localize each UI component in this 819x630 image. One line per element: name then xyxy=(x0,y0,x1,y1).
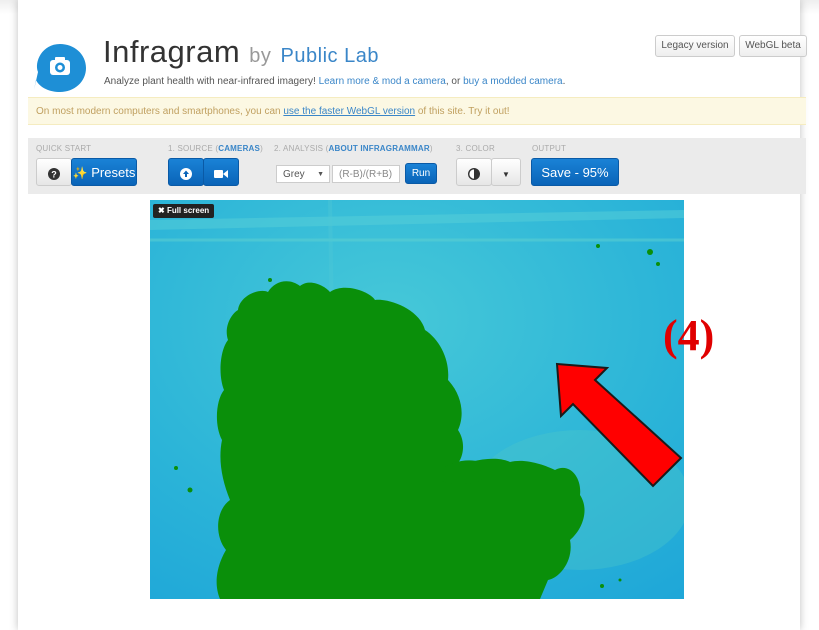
svg-text:?: ? xyxy=(51,169,57,179)
source-label: 1. SOURCE (CAMERAS) xyxy=(168,144,263,153)
annotation-arrow-icon xyxy=(555,362,683,488)
output-label: OUTPUT xyxy=(532,144,567,153)
webgl-alert: On most modern computers and smartphones… xyxy=(28,97,806,125)
color-dropdown-button[interactable]: ▼ xyxy=(491,158,521,186)
quick-start-label: QUICK START xyxy=(36,144,92,153)
magic-wand-icon: ✨ xyxy=(72,166,88,180)
contrast-icon xyxy=(467,167,481,180)
source-label-close: ) xyxy=(260,144,263,153)
color-label: 3. COLOR xyxy=(456,144,495,153)
alert-text: On most modern computers and smartphones… xyxy=(36,106,281,117)
video-camera-icon xyxy=(214,169,228,178)
upload-button[interactable] xyxy=(168,158,204,186)
brand-org-link[interactable]: Public Lab xyxy=(281,45,379,67)
learn-more-link[interactable]: Learn more & mod a camera xyxy=(319,76,446,87)
alert-suffix: of this site. Try it out! xyxy=(417,106,510,117)
run-button[interactable]: Run xyxy=(405,163,437,184)
upload-icon xyxy=(180,167,192,180)
caret-down-icon: ▼ xyxy=(502,170,510,179)
tagline-text: Analyze plant health with near-infrared … xyxy=(104,76,316,87)
analysis-label: 2. ANALYSIS (ABOUT INFRAGRAMMAR) xyxy=(274,144,433,153)
webgl-link[interactable]: use the faster WebGL version xyxy=(283,106,415,117)
infragram-logo xyxy=(34,44,86,92)
camera-button[interactable] xyxy=(203,158,239,186)
brand-name: Infragram xyxy=(103,34,241,69)
mode-select[interactable]: Grey ▼ xyxy=(276,165,330,183)
save-button[interactable]: Save - 95% xyxy=(531,158,619,186)
analysis-label-close: ) xyxy=(429,144,433,153)
presets-label: Presets xyxy=(91,165,136,180)
analysis-label-text: 2. ANALYSIS ( xyxy=(274,144,329,153)
tagline-end: . xyxy=(562,76,566,87)
fullscreen-button[interactable]: ✖ Full screen xyxy=(153,204,215,218)
about-infragrammar-link[interactable]: ABOUT INFRAGRAMMAR xyxy=(328,144,429,153)
toolbar: QUICK START ? ✨ Presets 1. SOURCE (CAMER… xyxy=(28,138,806,194)
help-button[interactable]: ? xyxy=(36,158,72,186)
annotation-label: (4) xyxy=(663,311,715,360)
expression-input[interactable]: (R-B)/(R+B) xyxy=(332,165,400,183)
legacy-version-button[interactable]: Legacy version xyxy=(655,35,735,57)
cameras-link[interactable]: CAMERAS xyxy=(218,144,260,153)
fullscreen-label: Full screen xyxy=(166,206,210,215)
question-icon: ? xyxy=(48,167,60,180)
caret-down-icon: ▼ xyxy=(317,171,324,178)
tagline: Analyze plant health with near-infrared … xyxy=(104,76,565,87)
mode-select-value: Grey xyxy=(283,169,305,180)
buy-camera-link[interactable]: buy a modded camera xyxy=(463,76,563,87)
source-label-text: 1. SOURCE ( xyxy=(168,144,219,153)
tagline-mid: , or xyxy=(445,76,461,87)
presets-button[interactable]: ✨ Presets xyxy=(71,158,137,186)
color-toggle-button[interactable] xyxy=(456,158,492,186)
webgl-beta-button[interactable]: WebGL beta xyxy=(739,35,807,57)
expand-icon: ✖ xyxy=(158,206,165,215)
brand-by: by xyxy=(249,45,272,67)
brand-title: Infragram by Public Lab xyxy=(103,34,379,70)
